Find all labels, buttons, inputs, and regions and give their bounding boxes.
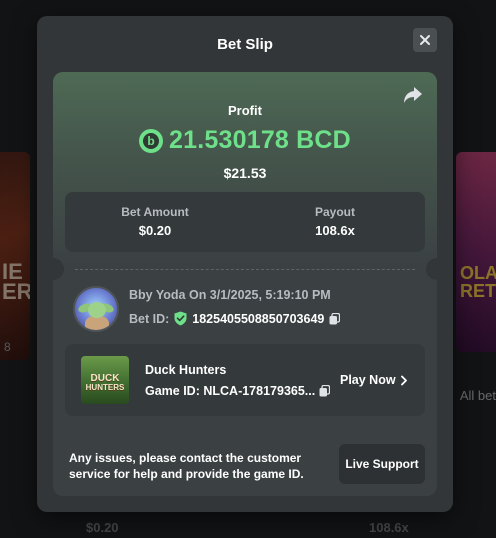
payout-stat: Payout 108.6x [245,205,425,238]
game-id-row: Game ID: NLCA-178179365... [145,384,331,398]
profit-usd-value: $21.53 [223,165,267,181]
profit-label: Profit [228,103,262,118]
profit-value: 21.530178 BCD [169,126,351,154]
close-button[interactable] [413,28,437,52]
modal-title: Bet Slip [217,36,273,53]
ticket-notch-right [426,258,437,280]
bet-amount-label: Bet Amount [121,205,189,219]
bet-id-value: 1825405508850703649 [192,311,325,326]
user-and-time: Bby Yoda On 3/1/2025, 5:19:10 PM [129,288,331,302]
bet-user-info: Bby Yoda On 3/1/2025, 5:19:10 PM Bet ID:… [73,286,423,332]
profit-amount: b 21.530178 BCD [53,126,437,155]
copy-game-id-button[interactable] [319,385,331,397]
bet-slip-modal: Bet Slip Profit b 21.530178 BCD $21.53 B… [37,16,453,512]
verified-shield-icon [174,311,187,326]
copy-icon [319,385,331,397]
play-now-button[interactable]: Play Now [340,373,408,387]
bet-id-label: Bet ID: [129,311,170,326]
game-card: DUCK HUNTERS Duck Hunters Game ID: NLCA-… [65,344,425,416]
game-name: Duck Hunters [145,363,227,377]
bet-amount-value: $0.20 [138,223,172,238]
copy-icon [329,312,341,324]
game-thumbnail[interactable]: DUCK HUNTERS [81,356,129,404]
copy-bet-id-button[interactable] [329,312,341,325]
payout-value: 108.6x [315,223,355,238]
share-icon [404,87,422,103]
bet-amount-stat: Bet Amount $0.20 [65,205,245,238]
play-now-label: Play Now [340,373,396,387]
ticket-divider [75,269,415,270]
bet-id-row: Bet ID: 1825405508850703649 [129,311,341,326]
support-message: Any issues, please contact the customer … [69,451,304,481]
bet-stats-box: Bet Amount $0.20 Payout 108.6x [65,192,425,252]
live-support-button[interactable]: Live Support [339,444,425,484]
bet-details-panel: Profit b 21.530178 BCD $21.53 Bet Amount… [53,72,437,496]
chevron-right-icon [400,375,407,385]
avatar[interactable] [73,286,119,332]
payout-label: Payout [314,205,355,219]
close-icon [420,35,430,45]
profit-section: Profit b 21.530178 BCD $21.53 Bet Amount… [53,72,437,268]
game-id: Game ID: NLCA-178179365... [145,384,316,398]
bcd-coin-icon: b [139,128,164,153]
